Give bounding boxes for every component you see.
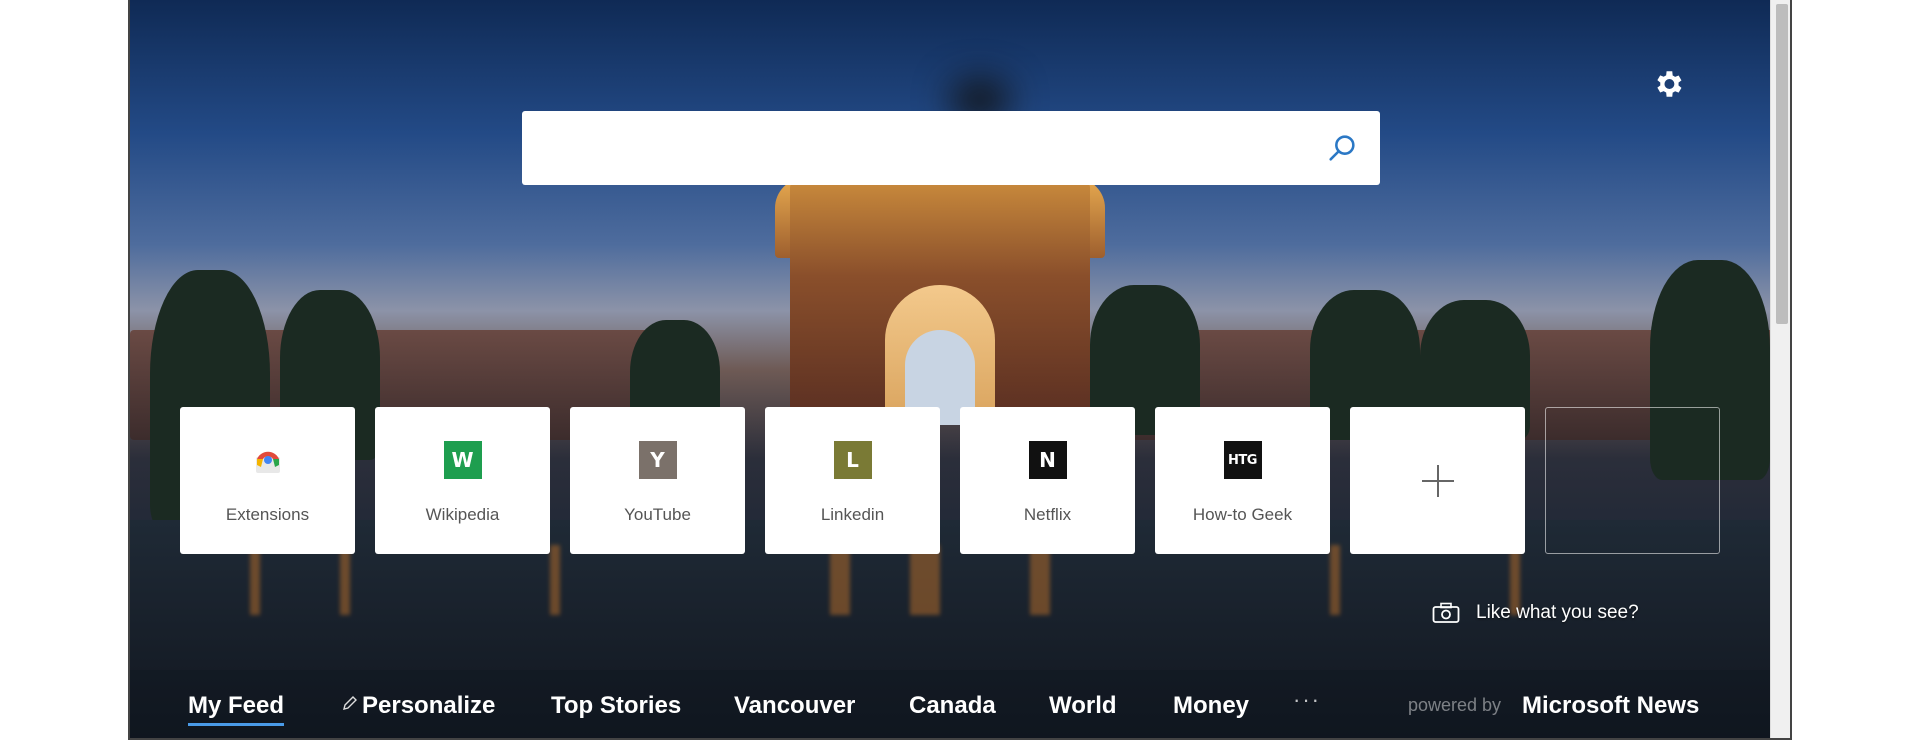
reflection: [910, 545, 940, 615]
settings-button[interactable]: [1650, 66, 1686, 102]
tab-money[interactable]: Money: [1173, 692, 1249, 720]
search-button[interactable]: [1322, 130, 1362, 166]
scrollbar-thumb[interactable]: [1776, 4, 1788, 324]
youtube-icon: Y: [638, 441, 677, 479]
search-icon: [1329, 135, 1355, 161]
plus-icon: [1421, 464, 1454, 497]
quick-link-label: How-to Geek: [1192, 505, 1293, 524]
quick-link-wikipedia[interactable]: W Wikipedia: [375, 407, 550, 554]
quick-link-label: Wikipedia: [425, 505, 500, 524]
search-box: [522, 111, 1380, 185]
tab-canada[interactable]: Canada: [909, 692, 996, 720]
netflix-icon: N: [1028, 441, 1067, 479]
new-tab-page: Extensions W Wikipedia Y YouTube L Linke…: [130, 0, 1770, 738]
quick-link-extensions[interactable]: Extensions: [180, 407, 355, 554]
quick-link-linkedin[interactable]: L Linkedin: [765, 407, 940, 554]
browser-frame: Extensions W Wikipedia Y YouTube L Linke…: [128, 0, 1792, 740]
powered-by-label: powered by: [1408, 695, 1502, 715]
add-quick-link-button[interactable]: [1350, 407, 1525, 554]
tab-top-stories[interactable]: Top Stories: [551, 692, 681, 720]
reflection: [550, 545, 560, 615]
vertical-scrollbar[interactable]: [1770, 0, 1790, 738]
quick-link-label: Netflix: [1023, 505, 1072, 524]
extensions-icon: [249, 441, 287, 479]
search-input[interactable]: [542, 127, 1302, 169]
reflection: [830, 545, 850, 615]
quick-link-netflix[interactable]: N Netflix: [960, 407, 1135, 554]
gear-icon: [1657, 71, 1682, 97]
empty-quick-link-slot: [1545, 407, 1720, 554]
like-what-you-see-label: Like what you see?: [1476, 602, 1639, 623]
quick-link-label: YouTube: [624, 505, 691, 524]
howtogeek-icon: HTG: [1223, 441, 1262, 479]
quick-link-label: Extensions: [225, 505, 310, 524]
reflection: [1330, 545, 1340, 615]
reflection: [340, 545, 350, 615]
tab-my-feed[interactable]: My Feed: [188, 692, 285, 726]
news-feed-nav: My Feed Personalize Top Stories Vancouve…: [130, 670, 1770, 738]
camera-icon: [1432, 602, 1460, 623]
tab-personalize[interactable]: Personalize: [342, 692, 495, 720]
pencil-icon: [343, 696, 357, 710]
more-tabs-button[interactable]: ···: [1293, 687, 1321, 713]
tab-world[interactable]: World: [1049, 692, 1117, 720]
tab-personalize-label: Personalize: [362, 692, 496, 719]
like-what-you-see-button[interactable]: Like what you see?: [1432, 598, 1639, 628]
tab-vancouver[interactable]: Vancouver: [734, 692, 855, 720]
quick-link-label: Linkedin: [820, 505, 885, 524]
quick-link-howtogeek[interactable]: HTG How-to Geek: [1155, 407, 1330, 554]
quick-link-youtube[interactable]: Y YouTube: [570, 407, 745, 554]
reflection: [1030, 545, 1050, 615]
linkedin-icon: L: [833, 441, 872, 479]
microsoft-news-link[interactable]: Microsoft News: [1522, 692, 1699, 720]
wikipedia-icon: W: [443, 441, 482, 479]
reflection: [250, 545, 260, 615]
